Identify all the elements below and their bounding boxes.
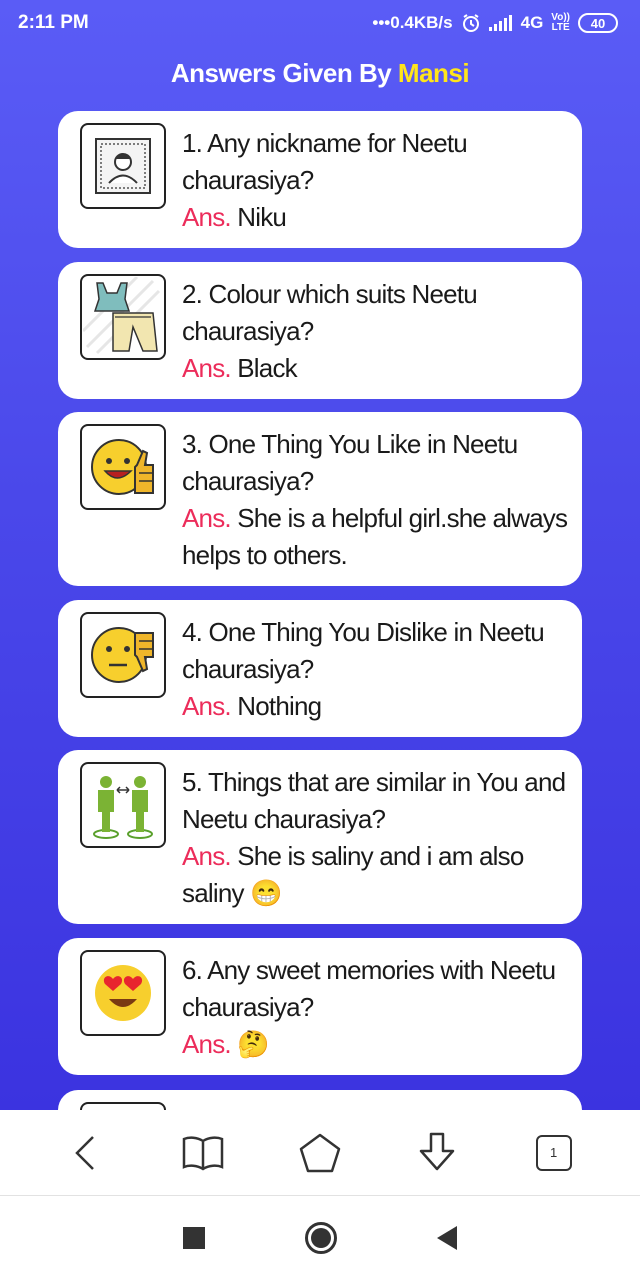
- card-text: 2. Colour which suits Neetu chaurasiya? …: [182, 276, 568, 387]
- lte-indicator: Vo)) LTE: [551, 13, 570, 33]
- title-prefix: Answers Given By: [170, 58, 392, 88]
- question-text: 3. One Thing You Like in Neetu chaurasiy…: [182, 429, 518, 496]
- network-speed: •••0.4KB/s: [372, 13, 453, 32]
- card-text: 5. Things that are similar in You and Ne…: [182, 764, 568, 912]
- system-back-icon[interactable]: [437, 1226, 457, 1250]
- portrait-icon: [80, 123, 166, 209]
- answer-label: Ans.: [182, 503, 232, 533]
- browser-toolbar: 1: [0, 1110, 640, 1196]
- card-thumbnail: [80, 1102, 166, 1110]
- app-screen: 2:11 PM •••0.4KB/s 4G Vo)) LTE 40 Answer…: [0, 0, 640, 1110]
- answer-text: Niku: [237, 202, 287, 232]
- card-text: 4. One Thing You Dislike in Neetu chaura…: [182, 614, 568, 725]
- answer-card-7-partial[interactable]: [58, 1090, 582, 1110]
- answer-text: 🤔: [237, 1029, 269, 1059]
- status-time: 2:11 PM: [18, 12, 89, 33]
- title-name: Mansi: [397, 58, 470, 88]
- answer-card-3[interactable]: 3. One Thing You Like in Neetu chaurasiy…: [58, 412, 582, 586]
- answer-label: Ans.: [182, 353, 232, 383]
- question-text: 5. Things that are similar in You and Ne…: [182, 767, 566, 834]
- system-navigation-bar: [0, 1196, 640, 1280]
- answer-text: She is saliny and i am also saliny 😁: [182, 841, 524, 908]
- answer-label: Ans.: [182, 1029, 232, 1059]
- home-icon[interactable]: [292, 1125, 348, 1181]
- answer-label: Ans.: [182, 202, 232, 232]
- answer-card-4[interactable]: 4. One Thing You Dislike in Neetu chaura…: [58, 600, 582, 737]
- home-button-dot: [311, 1228, 331, 1248]
- answer-text: Nothing: [237, 691, 322, 721]
- answer-card-5[interactable]: 5. Things that are similar in You and Ne…: [58, 750, 582, 924]
- tab-count: 1: [535, 1134, 572, 1171]
- status-bar: 2:11 PM •••0.4KB/s 4G Vo)) LTE 40: [0, 0, 640, 46]
- battery-icon: 40: [578, 13, 618, 33]
- network-type: 4G: [520, 13, 544, 32]
- download-icon[interactable]: [409, 1125, 465, 1181]
- card-text: 3. One Thing You Like in Neetu chaurasiy…: [182, 426, 568, 574]
- answer-card-6[interactable]: 6. Any sweet memories with Neetu chauras…: [58, 938, 582, 1075]
- page-title: Answers Given By Mansi: [0, 58, 640, 89]
- question-text: 4. One Thing You Dislike in Neetu chaura…: [182, 617, 545, 684]
- answer-label: Ans.: [182, 841, 232, 871]
- bookmarks-icon[interactable]: [175, 1125, 231, 1181]
- thumbs-up-emoji-icon: [80, 424, 166, 510]
- two-people-icon: [80, 762, 166, 848]
- question-text: 2. Colour which suits Neetu chaurasiya?: [182, 279, 478, 346]
- alarm-icon: [461, 13, 481, 33]
- card-text: 6. Any sweet memories with Neetu chauras…: [182, 952, 568, 1063]
- answer-card-2[interactable]: 2. Colour which suits Neetu chaurasiya? …: [58, 262, 582, 399]
- answer-label: Ans.: [182, 691, 232, 721]
- lte-bottom-label: LTE: [551, 22, 570, 33]
- question-text: 6. Any sweet memories with Neetu chauras…: [182, 955, 556, 1022]
- card-text: 1. Any nickname for Neetu chaurasiya? An…: [182, 125, 568, 236]
- answer-text: She is a helpful girl.she always helps t…: [182, 503, 568, 570]
- signal-icon: [488, 15, 513, 31]
- status-indicators: •••0.4KB/s 4G Vo)) LTE 40: [372, 13, 618, 33]
- clothes-icon: [80, 274, 166, 360]
- thumbs-down-emoji-icon: [80, 612, 166, 698]
- tabs-button[interactable]: 1: [526, 1125, 582, 1181]
- recent-apps-icon[interactable]: [183, 1227, 205, 1249]
- answer-card-1[interactable]: 1. Any nickname for Neetu chaurasiya? An…: [58, 111, 582, 248]
- back-icon[interactable]: [58, 1125, 114, 1181]
- question-text: 1. Any nickname for Neetu chaurasiya?: [182, 128, 468, 195]
- heart-eyes-emoji-icon: [80, 950, 166, 1036]
- home-button-icon[interactable]: [305, 1222, 337, 1254]
- answer-text: Black: [237, 353, 297, 383]
